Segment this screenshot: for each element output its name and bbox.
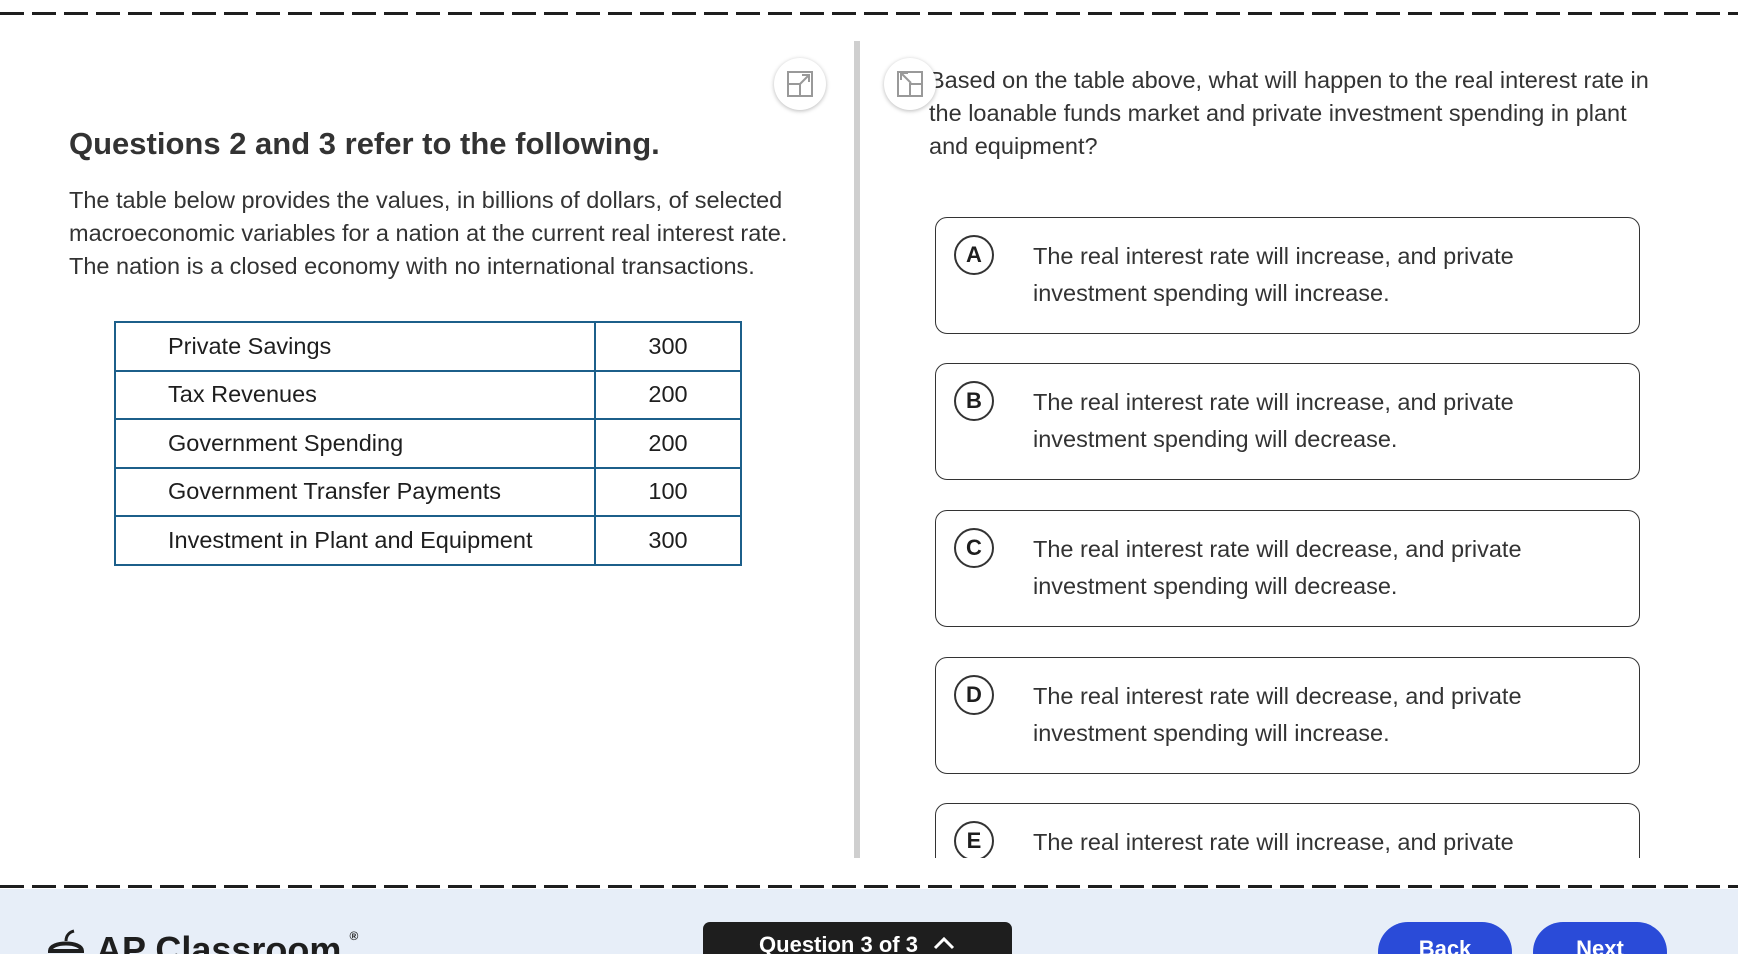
answer-option-c[interactable]: C The real interest rate will decrease, … — [935, 510, 1640, 627]
back-button[interactable]: Back — [1378, 922, 1512, 954]
expand-pane-button[interactable] — [774, 58, 826, 110]
question-text: Based on the table above, what will happ… — [929, 67, 1649, 159]
option-text: The real interest rate will increase, an… — [1033, 389, 1514, 452]
table-cell-value: 100 — [594, 466, 742, 517]
answer-option-e[interactable]: E The real interest rate will increase, … — [935, 803, 1640, 858]
answer-option-d[interactable]: D The real interest rate will decrease, … — [935, 657, 1640, 774]
question-pane: Based on the table above, what will happ… — [860, 16, 1738, 858]
option-text: The real interest rate will decrease, an… — [1033, 683, 1522, 746]
option-text: The real interest rate will decrease, an… — [1033, 536, 1522, 599]
table-cell-value: 300 — [594, 515, 742, 566]
question-nav-label: Question 3 of 3 — [759, 932, 918, 954]
option-letter: B — [954, 381, 994, 421]
next-button[interactable]: Next — [1533, 922, 1667, 954]
answer-option-b[interactable]: B The real interest rate will increase, … — [935, 363, 1640, 480]
table-row: Tax Revenues 200 — [114, 369, 742, 420]
table-row: Government Transfer Payments 100 — [114, 466, 742, 517]
macro-variables-table: Private Savings 300 Tax Revenues 200 Gov… — [114, 321, 742, 566]
logo-registered-mark: ® — [349, 929, 359, 943]
ap-classroom-logo: AP Classroom ® — [44, 929, 358, 954]
acorn-icon — [47, 929, 85, 953]
table-cell-label: Government Transfer Payments — [114, 466, 596, 517]
table-cell-value: 200 — [594, 369, 742, 420]
table-row: Government Spending 200 — [114, 418, 742, 469]
expand-icon — [787, 71, 813, 97]
table-cell-value: 300 — [594, 321, 742, 372]
option-letter: C — [954, 528, 994, 568]
option-text: The real interest rate will increase, an… — [1033, 829, 1514, 855]
table-cell-label: Private Savings — [114, 321, 596, 372]
stimulus-pane: Questions 2 and 3 refer to the following… — [0, 16, 850, 858]
top-dashed-border — [0, 12, 1738, 15]
option-letter: E — [954, 821, 994, 858]
table-cell-label: Investment in Plant and Equipment — [114, 515, 596, 566]
bottom-dashed-border — [0, 885, 1738, 888]
option-letter: D — [954, 675, 994, 715]
chevron-up-icon — [933, 936, 955, 950]
table-row: Private Savings 300 — [114, 321, 742, 372]
collapse-pane-button[interactable] — [884, 58, 936, 110]
table-row: Investment in Plant and Equipment 300 — [114, 515, 742, 566]
back-label: Back — [1418, 936, 1472, 954]
table-cell-label: Government Spending — [114, 418, 596, 469]
answer-option-a[interactable]: A The real interest rate will increase, … — [935, 217, 1640, 334]
question-navigator-button[interactable]: Question 3 of 3 — [703, 922, 1012, 954]
table-cell-value: 200 — [594, 418, 742, 469]
option-text: The real interest rate will increase, an… — [1033, 243, 1514, 306]
option-letter: A — [954, 235, 994, 275]
stimulus-text: The table below provides the values, in … — [69, 187, 788, 279]
stimulus-heading: Questions 2 and 3 refer to the following… — [69, 126, 660, 161]
footer-bar: AP Classroom ® Question 3 of 3 Back Next — [0, 889, 1738, 954]
collapse-icon — [897, 71, 923, 97]
next-label: Next — [1576, 936, 1624, 954]
logo-text: AP Classroom — [96, 929, 342, 954]
table-cell-label: Tax Revenues — [114, 369, 596, 420]
